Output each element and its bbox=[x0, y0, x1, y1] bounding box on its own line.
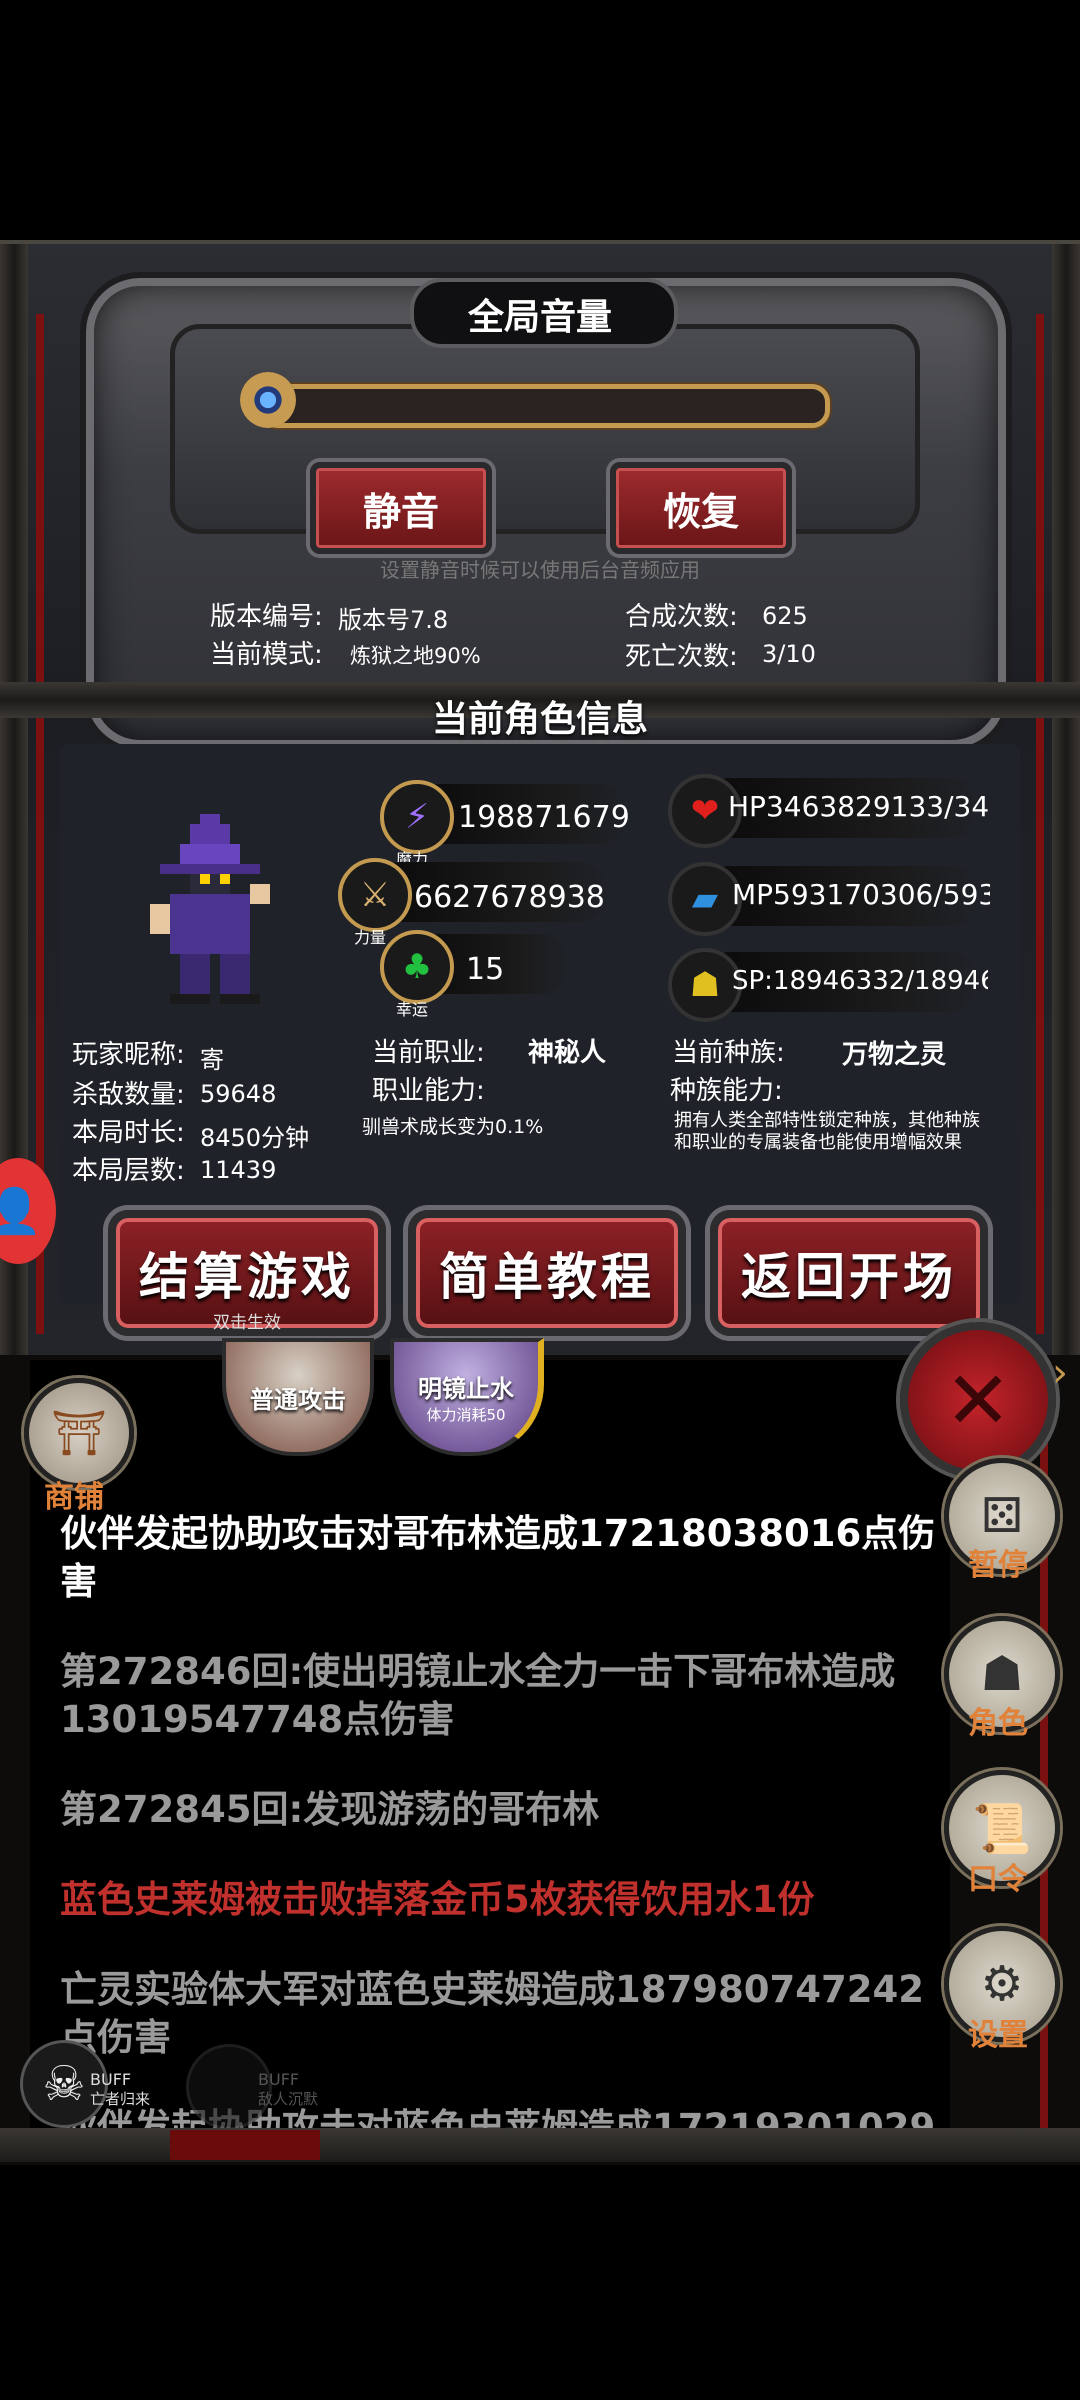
user-icon: 👤 bbox=[0, 1186, 42, 1237]
mp-clip: MP593170306/593 bbox=[732, 878, 990, 911]
hp-clip: HP3463829133/34 bbox=[728, 790, 990, 823]
duration-value: 8450分钟 bbox=[200, 1124, 310, 1152]
race-ability-label: 种族能力: bbox=[670, 1076, 783, 1106]
volume-slider-track[interactable] bbox=[260, 384, 830, 428]
job-value: 神秘人 bbox=[528, 1038, 607, 1068]
right-red-trim bbox=[1036, 314, 1044, 1334]
duration-label: 本局时长: bbox=[72, 1118, 185, 1148]
mirror-skill-cost: 体力消耗50 bbox=[426, 1406, 506, 1424]
log-line: 蓝色史莱姆被击败掉落金币5枚获得饮用水1份 bbox=[60, 1878, 815, 1921]
job-ability-value: 驯兽术成长变为0.1% bbox=[362, 1116, 544, 1138]
mute-hint: 设置静音时候可以使用后台音频应用 bbox=[380, 558, 700, 582]
floors-label: 本局层数: bbox=[72, 1156, 185, 1186]
mode-label: 当前模式: bbox=[210, 640, 323, 670]
settle-hint: 双击生效 bbox=[213, 1313, 281, 1333]
nickname-label: 玩家昵称: bbox=[72, 1040, 185, 1070]
role-label: 角色 bbox=[968, 1706, 1028, 1741]
chevron-right-icon[interactable]: › bbox=[1052, 1350, 1068, 1396]
sp-clip: SP:18946332/18946 bbox=[732, 966, 988, 996]
lightning-icon: ⚡ bbox=[380, 780, 454, 854]
password-label: 口令 bbox=[968, 1862, 1028, 1897]
buff1-name: 亡者归来 bbox=[90, 2090, 151, 2108]
wizard-avatar bbox=[150, 814, 270, 1004]
log-line: 第272846回:使出明镜止水全力一击下哥布林造成13019547748点伤害 bbox=[60, 1650, 896, 1741]
pause-label: 暂停 bbox=[968, 1548, 1028, 1583]
kills-label: 杀敌数量: bbox=[72, 1080, 185, 1110]
version-value: 版本号7.8 bbox=[338, 606, 449, 634]
mode-value: 炼狱之地90% bbox=[350, 644, 481, 668]
synth-value: 625 bbox=[762, 602, 808, 630]
sword-icon: ⚔ bbox=[338, 858, 412, 932]
buff2-label: BUFF bbox=[258, 2070, 300, 2089]
dice-icon: ⚄ bbox=[981, 1488, 1023, 1544]
shop-icon: ⛩ bbox=[51, 1408, 107, 1459]
character-info-header: 当前角色信息 bbox=[431, 699, 648, 740]
strength-value: 6627678938 bbox=[414, 880, 605, 915]
mirror-skill-label: 明镜止水 bbox=[418, 1375, 514, 1403]
sp-value: SP:18946332/18946 bbox=[732, 966, 988, 996]
clover-icon: ♣ bbox=[380, 930, 454, 1004]
nickname-value: 寄 bbox=[200, 1046, 224, 1074]
version-label: 版本编号: bbox=[210, 602, 323, 632]
close-icon: ✕ bbox=[944, 1353, 1012, 1447]
restore-button[interactable]: 恢复 bbox=[610, 462, 792, 554]
death-value: 3/10 bbox=[762, 640, 816, 668]
bottom-frame bbox=[0, 2128, 1080, 2162]
log-line: 第272845回:发现游荡的哥布林 bbox=[60, 1788, 600, 1831]
progress-indicator bbox=[170, 2130, 320, 2160]
strength-label: 力量 bbox=[354, 928, 387, 947]
scroll-icon: 📜 bbox=[972, 1800, 1032, 1857]
volume-inner-plate bbox=[170, 324, 920, 534]
job-ability-label: 职业能力: bbox=[372, 1076, 485, 1106]
log-line: 亡灵实验体大军对蓝色史莱姆造成187980747242点伤害 bbox=[60, 1968, 924, 2059]
settings-label: 设置 bbox=[968, 2018, 1028, 2053]
job-label: 当前职业: bbox=[372, 1038, 485, 1068]
hp-value: HP3463829133/34 bbox=[728, 790, 990, 823]
muscle-icon: ☗ bbox=[668, 948, 742, 1022]
battle-log[interactable]: 伙伴发起协助攻击对哥布林造成17218038016点伤害 第272846回:使出… bbox=[30, 1360, 950, 2150]
luck-label: 幸运 bbox=[396, 1000, 429, 1019]
volume-slider-knob[interactable] bbox=[240, 372, 296, 428]
tutorial-button[interactable]: 简单教程 bbox=[408, 1210, 686, 1336]
death-label: 死亡次数: bbox=[625, 642, 738, 672]
log-line: 伙伴发起协助攻击对哥布林造成17218038016点伤害 bbox=[60, 1512, 936, 1603]
mp-value: MP593170306/593 bbox=[732, 878, 990, 911]
volume-title: 全局音量 bbox=[467, 297, 612, 338]
shop-label: 商铺 bbox=[44, 1480, 104, 1515]
gear-icon: ⚙ bbox=[980, 1956, 1024, 2012]
close-button[interactable]: ✕ bbox=[900, 1322, 1056, 1478]
buff1-label: BUFF bbox=[90, 2070, 132, 2089]
magic-value: 198871679 bbox=[458, 800, 630, 835]
luck-value: 15 bbox=[466, 952, 505, 987]
race-ability-value: 拥有人类全部特性锁定种族，其他种族和职业的专属装备也能使用增幅效果 bbox=[674, 1110, 980, 1153]
mute-button[interactable]: 静音 bbox=[310, 462, 492, 554]
synth-label: 合成次数: bbox=[625, 602, 738, 632]
back-to-start-button[interactable]: 返回开场 bbox=[710, 1210, 988, 1336]
right-pillar bbox=[1052, 244, 1080, 1359]
mp-icon: ▰ bbox=[668, 862, 742, 936]
kills-value: 59648 bbox=[200, 1080, 277, 1108]
hooded-figure-icon: ☗ bbox=[980, 1646, 1024, 1702]
buff2-name: 敌人沉默 bbox=[258, 2090, 319, 2108]
race-label: 当前种族: bbox=[672, 1038, 785, 1068]
race-value: 万物之灵 bbox=[842, 1040, 947, 1070]
settings-panel: 全局音量 静音 恢复 设置静音时候可以使用后台音频应用 版本编号: 版本号7.8… bbox=[0, 240, 1080, 1363]
normal-attack-label: 普通攻击 bbox=[250, 1385, 346, 1414]
floors-value: 11439 bbox=[200, 1156, 277, 1184]
